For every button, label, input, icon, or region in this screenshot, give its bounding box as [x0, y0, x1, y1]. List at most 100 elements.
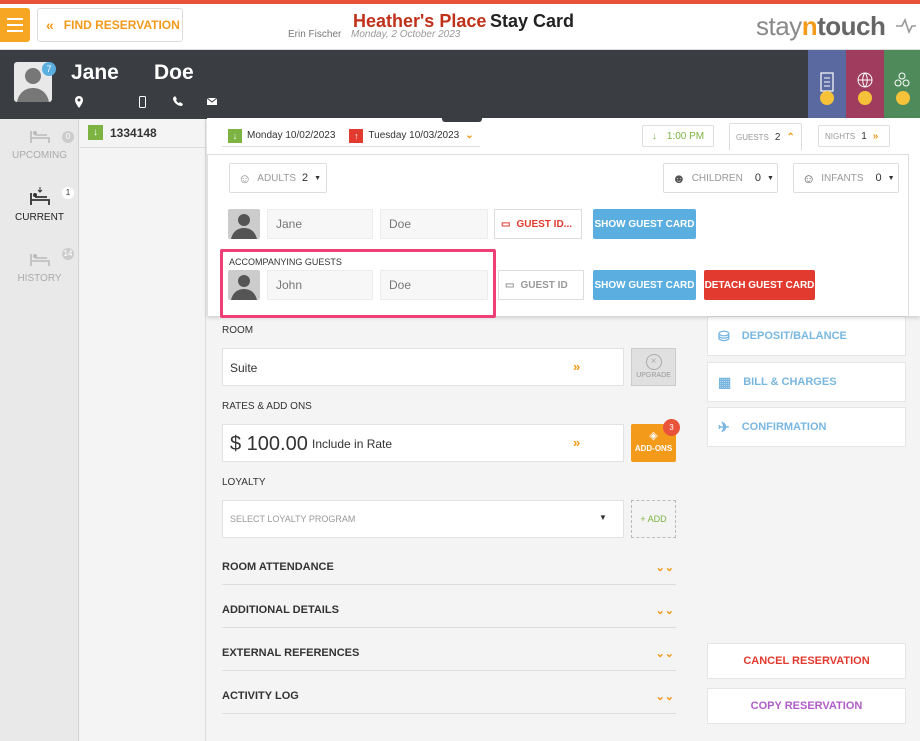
upgrade-button[interactable]: × UPGRADE: [631, 348, 676, 386]
caret-down-icon: ▼: [314, 174, 322, 182]
infant-icon: ☺: [802, 170, 816, 186]
chevron-down-icon: ⌄: [465, 130, 474, 141]
brand-logo: stayntouch: [756, 11, 886, 41]
show-guest-card-button[interactable]: SHOW GUEST CARD: [593, 270, 696, 300]
accordion-external-references[interactable]: EXTERNAL REFERENCES ⌄⌄: [222, 647, 676, 671]
adults-selector[interactable]: ☺ ADULTS 2 ▼: [229, 163, 327, 193]
menu-button[interactable]: [0, 8, 30, 42]
room-type-field[interactable]: Suite »: [222, 348, 624, 386]
nav-history[interactable]: HISTORY 14: [0, 248, 79, 284]
pulse-icon[interactable]: [895, 14, 917, 38]
chevron-up-icon: ⌃: [786, 132, 795, 143]
stay-dates[interactable]: ↓ Monday 10/02/2023 ↑ Tuesday 10/03/2023…: [222, 125, 480, 147]
add-loyalty-button[interactable]: + ADD: [631, 500, 676, 538]
tab-globe[interactable]: [846, 50, 884, 119]
document-icon: [820, 72, 834, 92]
nav-count: 14: [62, 248, 74, 260]
add-ons-count-badge: 3: [663, 419, 680, 436]
reservation-number[interactable]: 1334148: [110, 126, 157, 140]
tab-reservation[interactable]: [808, 50, 846, 119]
accordion-label: ADDITIONAL DETAILS: [222, 604, 339, 616]
double-chevron-right-icon: »: [573, 435, 581, 450]
guest-bar: [0, 50, 920, 119]
primary-guest-id-button[interactable]: ▭ GUEST ID...: [494, 209, 582, 239]
divider: [80, 147, 206, 148]
guests-selector[interactable]: GUESTS 2 ⌃: [729, 123, 802, 151]
nav-current[interactable]: CURRENT 1: [0, 187, 79, 223]
nav-count: 0: [62, 131, 74, 143]
detach-guest-card-button[interactable]: DETACH GUEST CARD: [704, 270, 815, 300]
confirmation-button[interactable]: ✈ CONFIRMATION: [707, 407, 906, 447]
popup-handle: [442, 116, 482, 122]
business-date: Monday, 2 October 2023: [351, 29, 461, 40]
arrow-down-icon: ↓: [651, 130, 657, 142]
loyalty-select[interactable]: SELECT LOYALTY PROGRAM ▼: [222, 500, 624, 538]
caret-down-icon: ▼: [599, 513, 607, 522]
accompanying-guest-id-button[interactable]: ▭ GUEST ID: [498, 270, 584, 300]
arrival-date: Monday 10/02/2023: [247, 130, 336, 141]
mobile-icon[interactable]: [139, 96, 146, 108]
accompanying-first-name[interactable]: John: [267, 270, 373, 300]
guests-count: 2: [774, 132, 781, 143]
accordion-label: EXTERNAL REFERENCES: [222, 647, 360, 659]
globe-icon: [857, 72, 873, 88]
guest-id-label: GUEST ID: [520, 279, 568, 291]
search-icon: [858, 91, 872, 105]
calculator-icon: ▦: [718, 373, 732, 390]
adults-count: 2: [302, 172, 309, 184]
nights-label: NIGHTS: [825, 131, 856, 141]
nav-upcoming[interactable]: UPCOMING 0: [0, 125, 79, 161]
guest-id-label: GUEST ID...: [516, 218, 573, 230]
double-chevron-right-icon: »: [573, 359, 581, 374]
search-icon: [896, 91, 910, 105]
infants-label: INFANTS: [821, 172, 864, 184]
location-icon[interactable]: [74, 96, 84, 108]
double-chevron-left-icon: «: [46, 17, 54, 33]
bill-charges-button[interactable]: ▦ BILL & CHARGES: [707, 362, 906, 402]
room-label: ROOM: [222, 325, 254, 336]
guest-avatar: [228, 270, 260, 300]
primary-last-name[interactable]: Doe: [380, 209, 488, 239]
loyalty-placeholder: SELECT LOYALTY PROGRAM: [230, 514, 356, 524]
tab-preferences[interactable]: [884, 50, 920, 119]
accordion-additional-details[interactable]: ADDITIONAL DETAILS ⌄⌄: [222, 604, 676, 628]
accompanying-label: ACCOMPANYING GUESTS: [229, 257, 342, 267]
room-type-value: Suite: [230, 361, 258, 375]
find-reservation-label: FIND RESERVATION: [63, 18, 180, 32]
nodes-icon: [894, 72, 910, 87]
arrival-arrow-icon: ↓: [88, 125, 103, 140]
infants-selector[interactable]: ☺ INFANTS 0 ▼: [793, 163, 899, 193]
primary-first-name[interactable]: Jane: [267, 209, 373, 239]
show-guest-card-button[interactable]: SHOW GUEST CARD: [593, 209, 696, 239]
children-label: CHILDREN: [691, 172, 743, 184]
phone-icon[interactable]: [173, 96, 183, 106]
email-icon[interactable]: [207, 98, 217, 105]
accompanying-last-name[interactable]: Doe: [380, 270, 488, 300]
children-selector[interactable]: ☻ CHILDREN 0 ▼: [663, 163, 778, 193]
deposit-balance-button[interactable]: ⛁ DEPOSIT/BALANCE: [707, 316, 906, 356]
guest-last-name[interactable]: Doe: [154, 61, 194, 85]
arrival-time[interactable]: ↓ 1:00 PM: [642, 125, 714, 147]
id-card-icon: ▭: [505, 279, 515, 291]
guest-first-name[interactable]: Jane: [71, 61, 119, 85]
accordion-activity-log[interactable]: ACTIVITY LOG ⌄⌄: [222, 690, 676, 714]
chevron-down-icon: ⌄⌄: [655, 562, 674, 574]
nav-label: HISTORY: [17, 273, 62, 284]
bed-icon: [29, 131, 50, 143]
copy-reservation-button[interactable]: COPY RESERVATION: [707, 688, 906, 724]
send-icon: ✈: [718, 418, 730, 435]
nights-count: 1: [861, 130, 867, 142]
bed-icon: [29, 254, 50, 266]
rate-field[interactable]: $ 100.00 Include in Rate »: [222, 424, 624, 462]
departure-date: Tuesday 10/03/2023: [368, 130, 460, 141]
coins-icon: ⛁: [718, 327, 730, 344]
accordion-room-attendance[interactable]: ROOM ATTENDANCE ⌄⌄: [222, 561, 676, 585]
find-reservation-button[interactable]: « FIND RESERVATION: [37, 8, 183, 42]
accordion-label: ACTIVITY LOG: [222, 690, 299, 702]
nights-selector[interactable]: NIGHTS 1 »: [818, 125, 890, 147]
cancel-reservation-button[interactable]: CANCEL RESERVATION: [707, 643, 906, 679]
person-icon: ☺: [238, 170, 252, 186]
arrival-time-value: 1:00 PM: [666, 130, 705, 142]
deposit-label: DEPOSIT/BALANCE: [741, 330, 847, 342]
double-chevron-right-icon: »: [872, 130, 879, 142]
